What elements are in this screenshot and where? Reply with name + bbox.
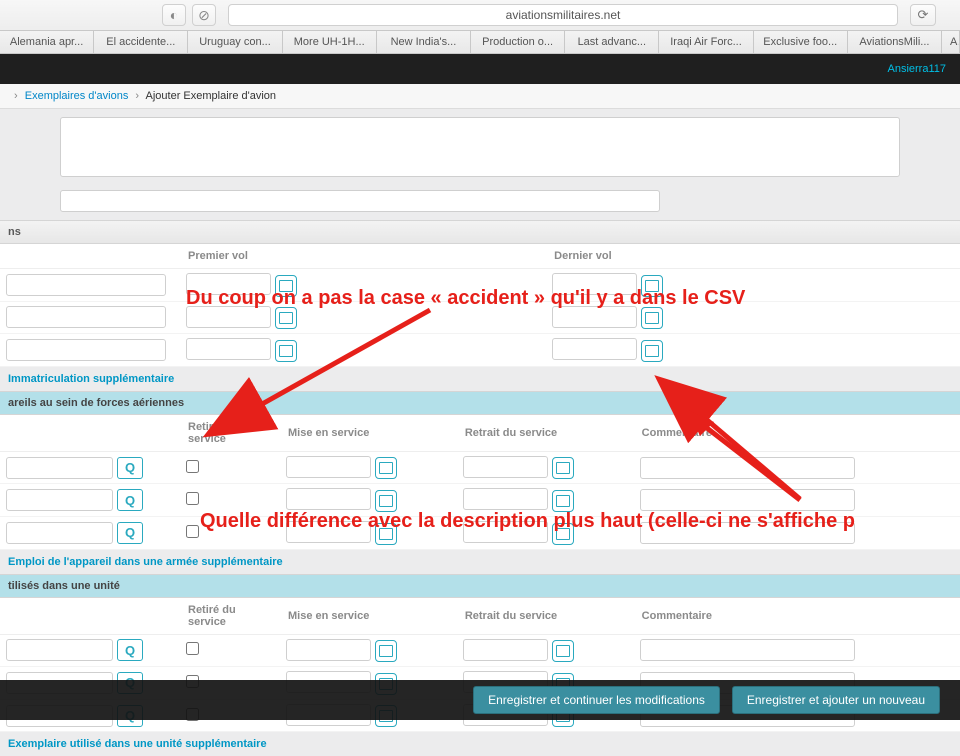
breadcrumb-parent[interactable]: Exemplaires d'avions bbox=[25, 90, 129, 102]
search-icon[interactable]: Q bbox=[117, 639, 143, 661]
dernier-vol-input[interactable] bbox=[552, 306, 637, 328]
tab[interactable]: Alemania apr... bbox=[0, 31, 94, 53]
row-input[interactable] bbox=[6, 274, 166, 296]
address-bar[interactable]: aviationsmilitaires.net bbox=[228, 4, 898, 26]
search-icon[interactable]: Q bbox=[117, 522, 143, 544]
add-exemplaire-unite-link[interactable]: Exemplaire utilisé dans une unité supplé… bbox=[8, 738, 267, 750]
calendar-icon[interactable] bbox=[375, 523, 397, 545]
tab[interactable]: Last advanc... bbox=[565, 31, 659, 53]
retrait-service-input[interactable] bbox=[463, 456, 548, 478]
retrait-service-input[interactable] bbox=[463, 488, 548, 510]
text-input[interactable] bbox=[60, 190, 660, 212]
tab[interactable]: More UH-1H... bbox=[283, 31, 377, 53]
tab[interactable]: Production o... bbox=[471, 31, 565, 53]
calendar-icon[interactable] bbox=[641, 340, 663, 362]
row-input[interactable] bbox=[6, 339, 166, 361]
mise-service-input[interactable] bbox=[286, 639, 371, 661]
calendar-icon[interactable] bbox=[552, 523, 574, 545]
section-forces-aeriennes: areils au sein de forces aériennes bbox=[0, 391, 960, 415]
col-retrait-service: Retrait du service bbox=[457, 598, 634, 635]
calendar-icon[interactable] bbox=[375, 490, 397, 512]
tab-strip: Alemania apr... El accidente... Uruguay … bbox=[0, 30, 960, 53]
col-premier-vol: Premier vol bbox=[180, 244, 546, 269]
forces-table: Retiré du service Mise en service Retrai… bbox=[0, 415, 960, 550]
col-mise-service: Mise en service bbox=[280, 598, 457, 635]
calendar-icon[interactable] bbox=[641, 275, 663, 297]
lookup-input[interactable] bbox=[6, 639, 113, 661]
browser-chrome: ◐ ⊘ aviationsmilitaires.net ⟳ Alemania a… bbox=[0, 0, 960, 54]
premier-vol-input[interactable] bbox=[186, 306, 271, 328]
calendar-icon[interactable] bbox=[552, 640, 574, 662]
mise-service-input[interactable] bbox=[286, 456, 371, 478]
col-commentaire: Commentaire bbox=[634, 415, 960, 452]
commentaire-input[interactable] bbox=[640, 639, 855, 661]
breadcrumb: › Exemplaires d'avions › Ajouter Exempla… bbox=[0, 84, 960, 109]
col-retire-service: Retiré du service bbox=[180, 415, 280, 452]
tab[interactable]: Exclusive foo... bbox=[754, 31, 848, 53]
flight-dates-table: Premier vol Dernier vol bbox=[0, 244, 960, 367]
col-retire-service: Retiré du service bbox=[180, 598, 280, 635]
username-link[interactable]: Ansierra117 bbox=[888, 63, 947, 75]
calendar-icon[interactable] bbox=[641, 307, 663, 329]
col-mise-service: Mise en service bbox=[280, 415, 457, 452]
add-emploi-armee-link[interactable]: Emploi de l'appareil dans une armée supp… bbox=[8, 556, 283, 568]
calendar-icon[interactable] bbox=[552, 490, 574, 512]
chevron-right-icon: › bbox=[135, 90, 139, 102]
stop-icon[interactable]: ⊘ bbox=[192, 4, 216, 26]
dernier-vol-input[interactable] bbox=[552, 338, 637, 360]
retire-checkbox[interactable] bbox=[186, 525, 199, 538]
retrait-service-input[interactable] bbox=[463, 639, 548, 661]
tab[interactable]: New India's... bbox=[377, 31, 471, 53]
save-new-button[interactable]: Enregistrer et ajouter un nouveau bbox=[732, 686, 940, 714]
row-input[interactable] bbox=[6, 306, 166, 328]
col-dernier-vol: Dernier vol bbox=[546, 244, 912, 269]
calendar-icon[interactable] bbox=[275, 275, 297, 297]
commentaire-input[interactable] bbox=[640, 457, 855, 479]
tab[interactable]: Iraqi Air Forc... bbox=[659, 31, 753, 53]
search-icon[interactable]: Q bbox=[117, 457, 143, 479]
breadcrumb-current: Ajouter Exemplaire d'avion bbox=[146, 90, 277, 102]
reload-icon[interactable]: ⟳ bbox=[910, 4, 936, 26]
description-textarea[interactable] bbox=[60, 117, 900, 177]
commentaire-input[interactable] bbox=[640, 522, 855, 544]
save-continue-button[interactable]: Enregistrer et continuer les modificatio… bbox=[473, 686, 720, 714]
mise-service-input[interactable] bbox=[286, 521, 371, 543]
search-icon[interactable]: Q bbox=[117, 489, 143, 511]
tab[interactable]: AviationsMili... bbox=[848, 31, 942, 53]
commentaire-input[interactable] bbox=[640, 489, 855, 511]
tab[interactable]: A bbox=[942, 31, 960, 53]
add-immatriculation-link[interactable]: Immatriculation supplémentaire bbox=[8, 373, 174, 385]
mise-service-input[interactable] bbox=[286, 488, 371, 510]
retire-checkbox[interactable] bbox=[186, 460, 199, 473]
tab[interactable]: Uruguay con... bbox=[188, 31, 282, 53]
premier-vol-input[interactable] bbox=[186, 338, 271, 360]
retire-checkbox[interactable] bbox=[186, 492, 199, 505]
col-retrait-service: Retrait du service bbox=[457, 415, 634, 452]
col-commentaire: Commentaire bbox=[634, 598, 960, 635]
action-bar: Enregistrer et continuer les modificatio… bbox=[0, 680, 960, 720]
brightness-icon[interactable]: ◐ bbox=[162, 4, 186, 26]
lookup-input[interactable] bbox=[6, 489, 113, 511]
dernier-vol-input[interactable] bbox=[552, 273, 637, 295]
retrait-service-input[interactable] bbox=[463, 521, 548, 543]
calendar-icon[interactable] bbox=[275, 340, 297, 362]
calendar-icon[interactable] bbox=[552, 457, 574, 479]
premier-vol-input[interactable] bbox=[186, 273, 271, 295]
lookup-input[interactable] bbox=[6, 522, 113, 544]
calendar-icon[interactable] bbox=[275, 307, 297, 329]
calendar-icon[interactable] bbox=[375, 640, 397, 662]
calendar-icon[interactable] bbox=[375, 457, 397, 479]
retire-checkbox[interactable] bbox=[186, 642, 199, 655]
tab[interactable]: El accidente... bbox=[94, 31, 188, 53]
lookup-input[interactable] bbox=[6, 457, 113, 479]
chevron-right-icon: › bbox=[14, 90, 18, 102]
section-header: ns bbox=[0, 220, 960, 244]
section-unite: tilisés dans une unité bbox=[0, 574, 960, 598]
app-topbar: Ansierra117 bbox=[0, 54, 960, 84]
